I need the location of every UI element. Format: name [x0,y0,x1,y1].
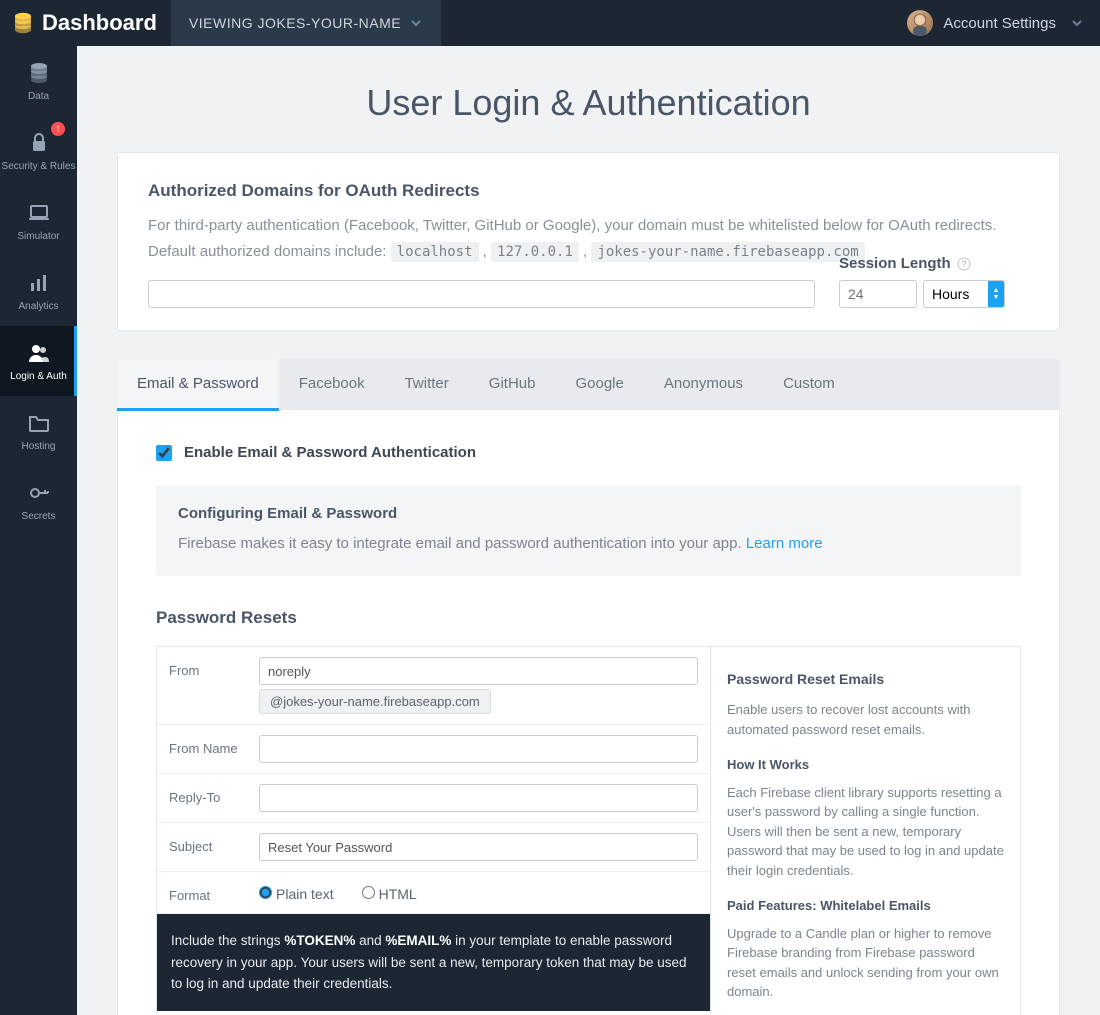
subject-label: Subject [169,833,259,854]
session-unit-select[interactable]: Hours [923,280,1005,308]
chevron-down-icon [1070,16,1084,30]
sidebar: Data ! Security & Rules Simulator Analyt… [0,46,77,1015]
bars-icon [27,271,51,295]
info-box: Configuring Email & Password Firebase ma… [156,485,1021,576]
sidebar-item-label: Login & Auth [10,371,67,382]
code-chip: localhost [391,242,479,262]
brand-text: Dashboard [42,10,157,36]
replyto-input[interactable] [259,784,698,812]
domain-input[interactable] [148,280,815,308]
sidebar-item-secrets[interactable]: Secrets [0,466,77,536]
help-h3: Paid Features: Whitelabel Emails [727,896,1004,916]
sidebar-item-label: Secrets [22,511,56,522]
help-p1: Enable users to recover lost accounts wi… [727,700,1004,739]
key-icon [27,481,51,505]
sidebar-item-analytics[interactable]: Analytics [0,256,77,326]
format-label: Format [169,882,259,903]
enable-emailpw-checkbox[interactable] [156,445,172,461]
help-p3: Upgrade to a Candle plan or higher to re… [727,924,1004,1002]
lock-icon [27,131,51,155]
sidebar-item-simulator[interactable]: Simulator [0,186,77,256]
template-hint: Include the strings %TOKEN% and %EMAIL% … [157,914,710,1011]
format-plain-radio[interactable] [259,886,272,899]
info-text: Firebase makes it easy to integrate emai… [178,532,999,556]
chevron-down-icon [409,16,423,30]
help-p2: Each Firebase client library supports re… [727,783,1004,881]
sidebar-item-data[interactable]: Data [0,46,77,116]
format-plain-option[interactable]: Plain text [259,886,334,902]
auth-tabs-panel: Email & Password Facebook Twitter GitHub… [117,359,1060,1015]
format-html-option[interactable]: HTML [362,886,417,902]
help-icon[interactable]: ? [957,257,971,271]
auth-tabs: Email & Password Facebook Twitter GitHub… [117,359,1060,410]
laptop-icon [27,201,51,225]
sidebar-item-label: Data [28,91,49,102]
svg-text:?: ? [961,259,967,269]
tab-google[interactable]: Google [555,359,643,410]
session-length-label: Session Length ? [839,255,1029,272]
sidebar-item-loginauth[interactable]: Login & Auth [0,326,77,396]
sidebar-item-hosting[interactable]: Hosting [0,396,77,466]
sidebar-item-label: Simulator [17,231,59,242]
account-menu[interactable]: Account Settings [891,10,1100,36]
account-label: Account Settings [943,15,1056,32]
sidebar-item-label: Security & Rules [2,161,76,172]
password-reset-panel: From @jokes-your-name.firebaseapp.com Fr… [156,646,1021,1015]
subject-input[interactable] [259,833,698,861]
password-resets-heading: Password Resets [156,608,1021,628]
learn-more-link[interactable]: Learn more [746,535,823,552]
tab-facebook[interactable]: Facebook [279,359,385,410]
tab-github[interactable]: GitHub [469,359,556,410]
database-icon [27,61,51,85]
alert-badge: ! [51,122,65,136]
enable-emailpw-label: Enable Email & Password Authentication [184,444,476,461]
oauth-card: Authorized Domains for OAuth Redirects F… [117,152,1060,331]
tab-email-password[interactable]: Email & Password [117,359,279,411]
from-input[interactable] [259,657,698,685]
from-domain-chip: @jokes-your-name.firebaseapp.com [259,689,491,714]
brand[interactable]: Dashboard [0,10,171,36]
help-heading: Password Reset Emails [727,669,1004,690]
sidebar-item-label: Analytics [18,301,58,312]
from-label: From [169,657,259,678]
password-reset-form: From @jokes-your-name.firebaseapp.com Fr… [157,647,710,1015]
sidebar-item-label: Hosting [22,441,56,452]
tab-twitter[interactable]: Twitter [385,359,469,410]
replyto-label: Reply-To [169,784,259,805]
tab-content: Enable Email & Password Authentication C… [117,410,1060,1015]
format-html-radio[interactable] [362,886,375,899]
users-icon [27,341,51,365]
avatar [907,10,933,36]
tab-anonymous[interactable]: Anonymous [644,359,763,410]
oauth-heading: Authorized Domains for OAuth Redirects [148,181,1029,201]
page-title: User Login & Authentication [77,82,1100,124]
main-content: User Login & Authentication Authorized D… [77,46,1100,1015]
tab-custom[interactable]: Custom [763,359,855,410]
folder-icon [27,411,51,435]
session-length-input[interactable] [839,280,917,308]
fromname-label: From Name [169,735,259,756]
info-heading: Configuring Email & Password [178,505,999,522]
sidebar-item-security[interactable]: ! Security & Rules [0,116,77,186]
code-chip: jokes-your-name.firebaseapp.com [591,242,864,262]
project-switcher-label: VIEWING JOKES-YOUR-NAME [189,15,401,31]
fromname-input[interactable] [259,735,698,763]
database-icon [14,12,32,34]
topbar: Dashboard VIEWING JOKES-YOUR-NAME Accoun… [0,0,1100,46]
code-chip: 127.0.0.1 [491,242,579,262]
help-h2: How It Works [727,755,1004,775]
project-switcher[interactable]: VIEWING JOKES-YOUR-NAME [171,0,441,46]
password-reset-help: Password Reset Emails Enable users to re… [710,647,1020,1015]
